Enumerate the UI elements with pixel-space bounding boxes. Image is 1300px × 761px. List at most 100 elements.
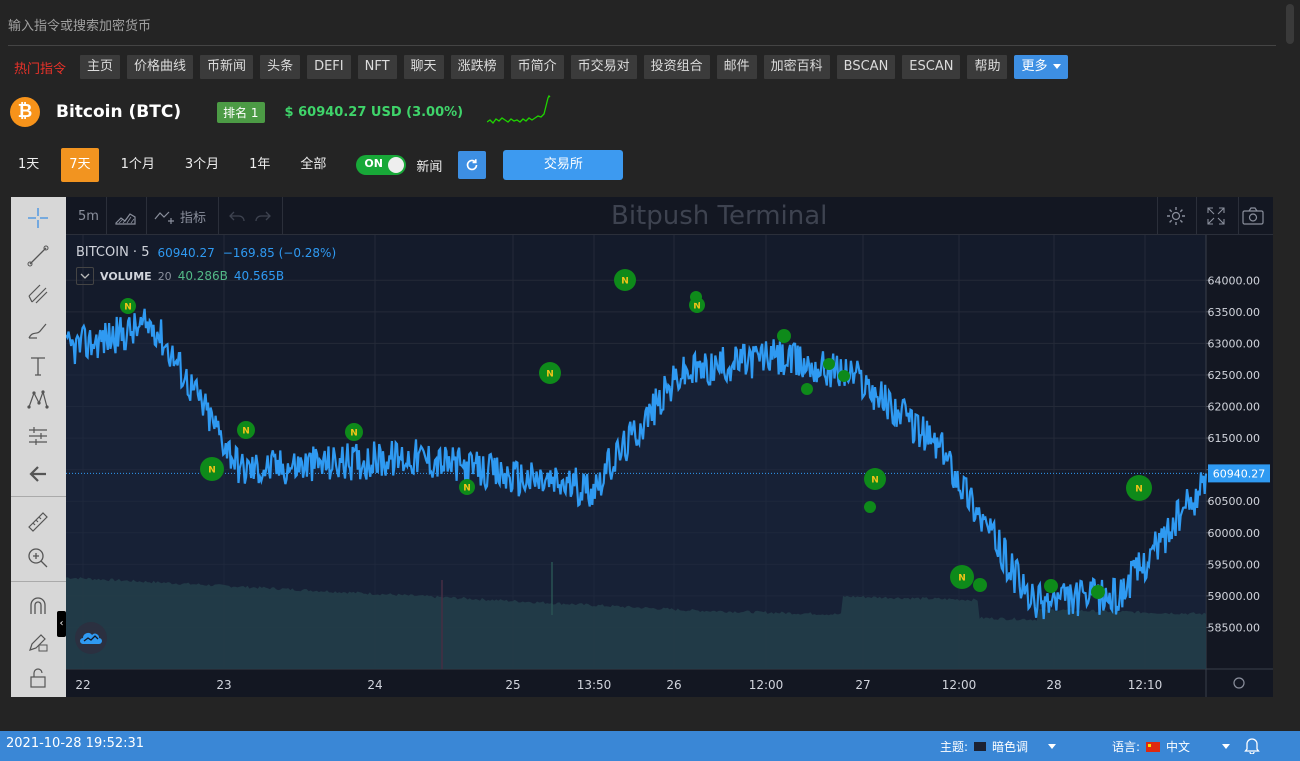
magnet-tool[interactable] <box>23 591 53 621</box>
y-tick-label: 62000.00 <box>1208 401 1261 414</box>
hot-cmd-coin-news[interactable]: 币新闻 <box>200 55 254 79</box>
news-marker <box>973 578 987 592</box>
x-tick-label: 13:50 <box>577 678 612 692</box>
china-flag-icon <box>1146 741 1161 752</box>
legend-collapse-button[interactable] <box>76 267 94 285</box>
prediction-icon <box>29 427 47 445</box>
hot-cmd-portfolio[interactable]: 投资组合 <box>643 55 710 79</box>
toolbar-collapse-button[interactable]: ‹ <box>57 611 66 637</box>
fullscreen-icon <box>1207 207 1225 225</box>
brush-tool[interactable] <box>23 315 53 345</box>
range-1m[interactable]: 1个月 <box>113 148 163 182</box>
toggle-knob <box>388 157 405 173</box>
undo-button[interactable] <box>228 197 246 235</box>
crosshair-tool[interactable] <box>23 203 53 233</box>
unlock-tool[interactable] <box>23 663 53 693</box>
hot-cmd-price-curve[interactable]: 价格曲线 <box>127 55 194 79</box>
news-marker-glyph: N <box>124 303 132 313</box>
theme-value: 暗色调 <box>992 740 1029 754</box>
status-time: 2021-10-28 19:52:31 <box>6 736 145 751</box>
exchange-button[interactable]: 交易所 <box>503 150 624 180</box>
text-tool[interactable] <box>23 351 53 381</box>
hot-cmd-defi[interactable]: DEFI <box>307 55 351 79</box>
notifications-button[interactable] <box>1244 736 1260 754</box>
command-search-input[interactable] <box>8 8 1276 46</box>
y-tick-label: 60500.00 <box>1208 495 1261 508</box>
toolbar-divider <box>106 197 107 235</box>
range-7d[interactable]: 7天 <box>61 148 99 182</box>
toolbar-divider <box>11 496 66 497</box>
news-marker-glyph: N <box>208 466 216 476</box>
measure-tool[interactable] <box>23 507 53 537</box>
hot-cmd-escan[interactable]: ESCAN <box>902 55 961 79</box>
hot-cmd-more-dropdown[interactable]: 更多 <box>1014 55 1068 79</box>
chart-style-button[interactable] <box>115 197 137 235</box>
scrollbar-thumb[interactable] <box>1286 4 1294 44</box>
hot-cmd-headlines[interactable]: 头条 <box>260 55 301 79</box>
chevron-down-icon <box>1048 744 1057 749</box>
language-selector[interactable]: 语言: 中文 <box>1112 738 1231 755</box>
news-marker-glyph: N <box>693 302 701 312</box>
pitchfork-icon <box>28 284 48 304</box>
hot-cmd-crypto-wiki[interactable]: 加密百科 <box>763 55 830 79</box>
tradingview-logo-icon[interactable] <box>75 622 107 654</box>
price-chart[interactable]: 64000.00 63500.00 63000.00 62500.00 62000.00… <box>66 235 1273 697</box>
coin-header: ₿ Bitcoin (BTC) 排名 1 $ 60940.27 USD (3.0… <box>10 94 551 128</box>
hot-cmd-help[interactable]: 帮助 <box>967 55 1008 79</box>
back-tool[interactable] <box>23 459 53 489</box>
rank-badge: 排名 1 <box>217 101 265 123</box>
legend-symbol: BITCOIN · 5 <box>76 245 150 260</box>
news-marker-glyph: N <box>350 429 358 439</box>
settings-button[interactable] <box>1165 197 1187 235</box>
hot-cmd-nft[interactable]: NFT <box>357 55 397 79</box>
pitchfork-tool[interactable] <box>23 279 53 309</box>
interval-selector[interactable]: 5m <box>78 197 99 235</box>
bell-icon <box>1244 738 1260 754</box>
hot-cmd-mail[interactable]: 邮件 <box>716 55 757 79</box>
toolbar-divider <box>282 197 283 235</box>
y-tick-label: 58500.00 <box>1208 621 1261 634</box>
refresh-icon <box>467 159 478 171</box>
language-value: 中文 <box>1166 740 1191 754</box>
refresh-button[interactable] <box>458 151 487 179</box>
trend-line-tool[interactable] <box>23 241 53 271</box>
news-toggle[interactable]: ON <box>356 155 407 175</box>
pattern-tool[interactable] <box>23 385 53 415</box>
zoom-tool[interactable] <box>23 543 53 573</box>
trend-line-icon <box>27 245 49 267</box>
fullscreen-button[interactable] <box>1206 197 1226 235</box>
zoom-in-icon <box>28 548 48 568</box>
toolbar-divider <box>1196 197 1197 235</box>
hot-cmd-chat[interactable]: 聊天 <box>403 55 444 79</box>
hot-cmd-bscan[interactable]: BSCAN <box>836 55 896 79</box>
y-tick-label: 62500.00 <box>1208 369 1261 382</box>
volume-value-2: 40.565B <box>233 269 285 283</box>
terminal-watermark: Bitpush Terminal <box>611 201 828 231</box>
theme-swatch-icon <box>974 742 987 751</box>
toolbar-divider <box>1238 197 1239 235</box>
chevron-down-icon <box>1222 744 1231 749</box>
toolbar-divider <box>218 197 219 235</box>
lock-drawings-tool[interactable] <box>23 627 53 657</box>
news-marker-glyph: N <box>242 427 250 437</box>
theme-selector[interactable]: 主题: 暗色调 <box>940 738 1057 755</box>
hot-cmd-trading-pairs[interactable]: 币交易对 <box>570 55 637 79</box>
x-tick-label: 28 <box>1046 678 1061 692</box>
hot-commands-label: 热门指令 <box>14 61 67 77</box>
range-3m[interactable]: 3个月 <box>177 148 227 182</box>
status-bar: 2021-10-28 19:52:31 主题: 暗色调 语言: 中文 <box>0 731 1300 761</box>
indicators-button[interactable]: 指标 <box>154 197 206 235</box>
range-1d[interactable]: 1天 <box>10 148 47 182</box>
volume-length: 20 <box>157 269 172 283</box>
news-marker <box>823 358 835 370</box>
range-1y[interactable]: 1年 <box>241 148 278 182</box>
range-all[interactable]: 全部 <box>292 148 334 182</box>
hot-cmd-gainers-losers[interactable]: 涨跌榜 <box>450 55 504 79</box>
x-tick-label: 26 <box>666 678 681 692</box>
x-tick-label: 12:00 <box>749 678 784 692</box>
screenshot-button[interactable] <box>1242 197 1264 235</box>
redo-button[interactable] <box>254 197 272 235</box>
hot-cmd-home[interactable]: 主页 <box>80 55 121 79</box>
prediction-tool[interactable] <box>23 421 53 451</box>
hot-cmd-coin-intro[interactable]: 币简介 <box>510 55 564 79</box>
